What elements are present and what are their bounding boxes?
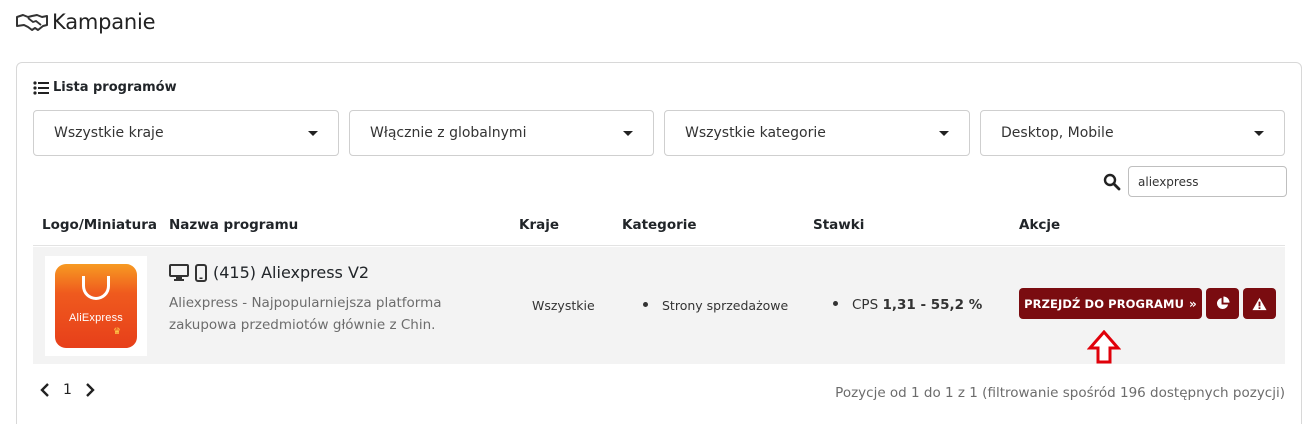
bullet-icon: [833, 300, 838, 306]
search-icon: [1103, 173, 1121, 190]
up-arrow-annotation-icon: [1087, 330, 1121, 364]
chevron-left-icon[interactable]: [39, 382, 51, 398]
go-to-program-label: PRZEJDŹ DO PROGRAMU: [1024, 296, 1185, 311]
chevron-down-icon: [623, 131, 633, 136]
program-name[interactable]: (415) Aliexpress V2: [213, 263, 369, 282]
global-select[interactable]: Włącznie z globalnymi: [349, 110, 654, 156]
bullet-icon: [643, 302, 648, 307]
header-divider: [33, 245, 1285, 246]
pagination: 1: [39, 382, 96, 398]
report-button[interactable]: [1243, 288, 1276, 319]
countries-select-value: Wszystkie kraje: [54, 125, 164, 141]
header-logo: Logo/Miniatura: [42, 217, 157, 233]
header-rates: Stawki: [813, 217, 865, 233]
rate-label: CPS: [852, 297, 879, 313]
program-rate: CPS 1,31 - 55,2 %: [833, 297, 982, 313]
search-input[interactable]: [1128, 166, 1287, 197]
list-icon: [33, 80, 49, 95]
chevron-down-icon: [939, 131, 949, 136]
stats-button[interactable]: [1206, 288, 1239, 319]
chevron-right-icon[interactable]: [84, 382, 96, 398]
entries-info: Pozycje od 1 do 1 z 1 (filtrowanie spośr…: [835, 385, 1285, 401]
program-description: Aliexpress - Najpopularniejsza platforma…: [169, 295, 442, 333]
bag-handle-icon: [82, 276, 110, 300]
pie-chart-icon: [1216, 296, 1230, 310]
header-actions: Akcje: [1019, 217, 1061, 233]
devices-select-value: Desktop, Mobile: [1001, 125, 1114, 141]
program-title: (415) Aliexpress V2: [169, 263, 369, 282]
page-number[interactable]: 1: [63, 382, 72, 398]
desktop-icon: [169, 264, 189, 281]
categories-select[interactable]: Wszystkie kategorie: [664, 110, 970, 156]
chevron-down-icon: [1254, 131, 1264, 136]
header-name: Nazwa programu: [169, 217, 299, 233]
rate-value: 1,31 - 55,2 %: [882, 297, 983, 313]
aliexpress-logo: AliExpress ♛: [55, 264, 137, 348]
program-category: Strony sprzedażowe: [643, 298, 788, 313]
page-title: Kampanie: [52, 10, 156, 34]
header-categories: Kategorie: [622, 217, 697, 233]
category-label: Strony sprzedażowe: [662, 298, 789, 313]
header-countries: Kraje: [519, 217, 560, 233]
global-select-value: Włącznie z globalnymi: [370, 125, 527, 141]
program-logo[interactable]: AliExpress ♛: [45, 256, 147, 356]
categories-select-value: Wszystkie kategorie: [685, 125, 826, 141]
chevron-down-icon: [308, 131, 318, 136]
program-countries: Wszystkie: [532, 298, 595, 313]
crown-icon: ♛: [113, 327, 122, 337]
devices-select[interactable]: Desktop, Mobile: [980, 110, 1285, 156]
countries-select[interactable]: Wszystkie kraje: [33, 110, 339, 156]
handshake-icon: [16, 14, 48, 31]
search-bar: [1103, 166, 1287, 197]
go-to-program-button[interactable]: PRZEJDŹ DO PROGRAMU »: [1019, 288, 1202, 319]
double-chevron-right-icon: »: [1189, 296, 1197, 311]
card-title-label: Lista programów: [53, 80, 177, 95]
page-header: Kampanie: [16, 10, 156, 34]
logo-text: AliExpress: [69, 312, 123, 324]
programs-card: Lista programów Wszystkie kraje Włącznie…: [16, 62, 1302, 424]
mobile-icon: [195, 263, 207, 282]
card-title: Lista programów: [33, 80, 177, 95]
warning-icon: [1252, 297, 1267, 310]
